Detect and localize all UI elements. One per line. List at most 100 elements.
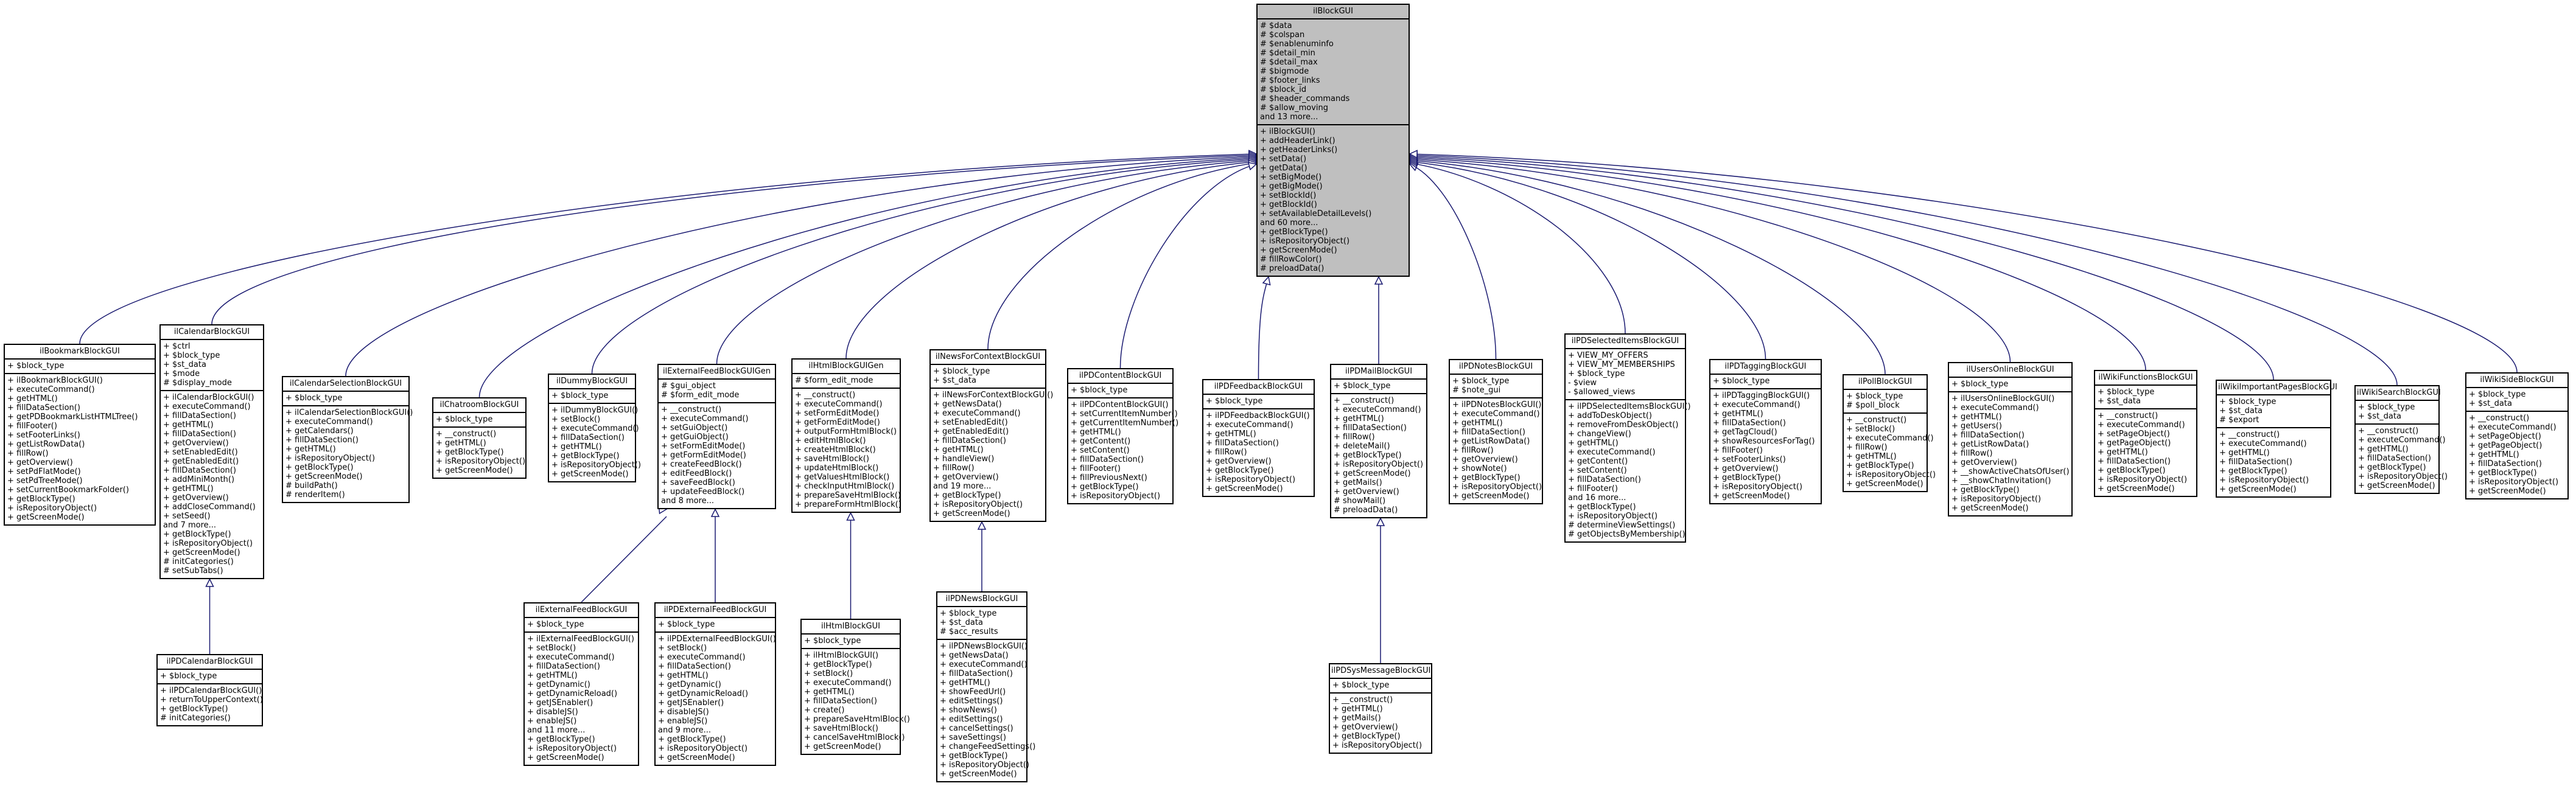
method: + changeFeedSettings() [940, 742, 1036, 751]
method: + setEnabledEdit() [163, 448, 238, 457]
method: + __construct() [1334, 396, 1395, 405]
class-name[interactable]: ilPDNotesBlockGUI [1450, 360, 1542, 375]
attribute: + $block_type [1206, 397, 1263, 406]
method: + getPageObject() [2469, 441, 2543, 450]
method: + executeCommand() [527, 653, 615, 662]
attributes-section: # $gui_object # $form_edit_mode [659, 380, 775, 402]
class-box-il-poll-block-gui[interactable]: ilPollBlockGUI + $block_type # $poll_block… [1843, 374, 1936, 492]
inheritance-edge-il-calendar-selection-block-gui [345, 156, 1257, 377]
method: + getHTML() [2219, 448, 2270, 457]
method: + getEnabledEdit() [163, 457, 239, 466]
class-name[interactable]: ilPDFeedbackBlockGUI [1203, 380, 1314, 395]
method: + getOverview() [163, 493, 229, 503]
class-name[interactable]: ilPDMailBlockGUI [1331, 365, 1426, 380]
class-box-il-pdsys-message-block-gui[interactable]: ilPDSysMessageBlockGUI + $block_type + __c… [1329, 663, 1432, 754]
class-name[interactable]: ilBlockGUI [1258, 5, 1409, 19]
class-box-il-calendar-block-gui[interactable]: ilCalendarBlockGUI + $ctrl + $block_type + … [159, 324, 264, 579]
class-box-il-news-for-context-block-gui[interactable]: ilNewsForContextBlockGUI + $block_type + $… [929, 349, 1053, 522]
class-name[interactable]: ilExternalFeedBlockGUI [525, 603, 638, 618]
method: + __construct() [1846, 416, 1907, 425]
attributes-section: + VIEW_MY_OFFERS + VIEW_MY_MEMBERSHIPS + $… [1566, 349, 1685, 399]
method: + getScreenMode() [285, 472, 363, 481]
class-name[interactable]: ilWikiImportantPagesBlockGUI [2217, 381, 2337, 395]
attributes-section: + $block_type [802, 635, 900, 648]
class-name[interactable]: ilPDSysMessageBlockGUI [1330, 664, 1431, 679]
class-box-il-pdcontent-block-gui[interactable]: ilPDContentBlockGUI + $block_type + ilPDCo… [1067, 368, 1178, 504]
class-name[interactable]: ilNewsForContextBlockGUI [931, 350, 1045, 365]
class-name[interactable]: ilPDNewsBlockGUI [937, 593, 1026, 607]
class-box-il-html-block-guigen[interactable]: ilHtmlBlockGUIGen # $form_edit_mode + __co… [791, 358, 901, 513]
class-box-il-pdnews-block-gui[interactable]: ilPDNewsBlockGUI + $block_type + $st_data #… [936, 591, 1036, 782]
methods-section: + __construct() + executeCommand() + getHT… [2356, 423, 2448, 493]
class-box-il-pdmail-block-gui[interactable]: ilPDMailBlockGUI + $block_type + __constru… [1330, 364, 1427, 518]
method: + getBlockType() [940, 751, 1008, 760]
class-box-il-pdnotes-block-gui[interactable]: ilPDNotesBlockGUI + $block_type # $note_gu… [1449, 359, 1543, 504]
attribute: # $data [1260, 21, 1292, 30]
class-name[interactable]: ilWikiSearchBlockGUI [2356, 386, 2441, 401]
method: + getHTML() [1846, 452, 1897, 461]
class-box-il-wiki-side-block-gui[interactable]: ilWikiSideBlockGUI + $block_type + $st_dat… [2465, 372, 2569, 499]
methods-section: + ilNewsForContextBlockGUI() + getNewsDat… [931, 388, 1053, 521]
class-name[interactable]: ilHtmlBlockGUI [802, 620, 900, 635]
method: + getScreenMode() [2098, 484, 2175, 493]
class-box-il-users-online-block-gui[interactable]: ilUsersOnlineBlockGUI + $block_type + ilUs… [1948, 362, 2073, 517]
method: + __construct() [795, 391, 856, 400]
method: + getBlockType() [1452, 473, 1521, 482]
attributes-section: # $data # $colspan # $enablenuminfo # $deta… [1258, 19, 1409, 124]
attribute: + $block_type [1951, 380, 2009, 389]
class-name[interactable]: ilPollBlockGUI [1844, 375, 1927, 390]
class-box-il-pdselected-items-block-gui[interactable]: ilPDSelectedItemsBlockGUI + VIEW_MY_OFFER… [1564, 333, 1691, 543]
method: + getHTML() [1334, 414, 1384, 423]
inheritance-arrowhead [1409, 158, 1418, 167]
method: + setContent() [1071, 446, 1130, 455]
inheritance-edge-il-html-block-guigen [845, 161, 1257, 359]
class-name[interactable]: ilUsersOnlineBlockGUI [1949, 363, 2071, 378]
class-box-il-wiki-search-block-gui[interactable]: ilWikiSearchBlockGUI + $block_type + $st_d… [2354, 385, 2448, 494]
class-box-il-external-feed-block-guigen[interactable]: ilExternalFeedBlockGUIGen # $gui_object # … [657, 364, 776, 509]
class-name[interactable]: ilWikiFunctionsBlockGUI [2095, 371, 2196, 386]
class-name[interactable]: ilCalendarSelectionBlockGUI [283, 377, 408, 392]
class-box-il-bookmark-block-gui[interactable]: ilBookmarkBlockGUI + $block_type + ilBookm… [4, 344, 156, 526]
class-name[interactable]: ilCalendarBlockGUI [161, 325, 263, 340]
class-box-il-pdexternal-feed-block-gui[interactable]: ilPDExternalFeedBlockGUI + $block_type + i… [654, 602, 776, 766]
class-box-il-pdcalendar-block-gui[interactable]: ilPDCalendarBlockGUI + $block_type + ilPDC… [156, 654, 263, 726]
method: + createFeedBlock() [661, 460, 742, 469]
method: + executeCommand() [1568, 448, 1656, 457]
method: + getBlockType() [1568, 503, 1636, 512]
method: + isRepositoryObject() [285, 454, 376, 463]
class-name[interactable]: ilPDCalendarBlockGUI [158, 655, 262, 670]
method: + getHTML() [1332, 704, 1383, 714]
class-name[interactable]: ilPDSelectedItemsBlockGUI [1566, 335, 1685, 349]
class-box-il-dummy-block-gui[interactable]: ilDummyBlockGUI + $block_type + ilDummyBlo… [548, 374, 641, 482]
method: + getBlockType() [2098, 466, 2166, 475]
class-box-il-calendar-selection-block-gui[interactable]: ilCalendarSelectionBlockGUI + $block_type… [282, 376, 413, 503]
class-name[interactable]: ilPDTaggingBlockGUI [1710, 360, 1821, 375]
class-box-il-chatroom-block-gui[interactable]: ilChatroomBlockGUI + $block_type + __const… [432, 397, 527, 479]
class-box-il-pdtagging-block-gui[interactable]: ilPDTaggingBlockGUI + $block_type + ilPDTa… [1709, 359, 1822, 504]
method: and 9 more... [658, 726, 712, 735]
attributes-section: + $block_type # $note_gui [1450, 375, 1542, 397]
attribute: + VIEW_MY_MEMBERSHIPS [1568, 360, 1675, 369]
class-name[interactable]: ilBookmarkBlockGUI [5, 345, 155, 360]
method: + setCurrentItemNumber() [1071, 409, 1178, 419]
class-name[interactable]: ilDummyBlockGUI [549, 375, 635, 389]
method: + getBlockType() [160, 704, 228, 714]
class-box-il-wiki-functions-block-gui[interactable]: ilWikiFunctionsBlockGUI + $block_type + $s… [2094, 370, 2197, 497]
method: + ilBlockGUI() [1260, 127, 1315, 136]
class-name[interactable]: ilPDExternalFeedBlockGUI [656, 603, 775, 618]
class-box-il-wiki-important-pages-block-gui[interactable]: ilWikiImportantPagesBlockGUI + $block_typ… [2216, 380, 2337, 498]
inheritance-edge-il-wiki-search-block-gui [1409, 155, 2398, 386]
class-box-il-block-gui[interactable]: ilBlockGUI # $data # $colspan # $enablenumi… [1256, 4, 1410, 277]
class-box-il-external-feed-block-gui[interactable]: ilExternalFeedBlockGUI + $block_type + ilE… [523, 602, 639, 766]
class-box-il-html-block-gui[interactable]: ilHtmlBlockGUI + $block_type + ilHtmlBlock… [800, 619, 910, 755]
class-box-il-pdfeedback-block-gui[interactable]: ilPDFeedbackBlockGUI + $block_type + ilPDF… [1202, 379, 1315, 497]
class-name[interactable]: ilExternalFeedBlockGUIGen [659, 365, 775, 380]
method: + fillDataSection() [2469, 459, 2542, 468]
class-name[interactable]: ilHtmlBlockGUIGen [793, 360, 900, 374]
method: + executeCommand() [163, 402, 251, 411]
class-name[interactable]: ilWikiSideBlockGUI [2466, 374, 2567, 388]
class-name[interactable]: ilChatroomBlockGUI [433, 398, 525, 413]
class-name[interactable]: ilPDContentBlockGUI [1068, 369, 1172, 384]
method: + getScreenMode() [1713, 492, 1790, 501]
method: + getBlockType() [1334, 451, 1402, 460]
